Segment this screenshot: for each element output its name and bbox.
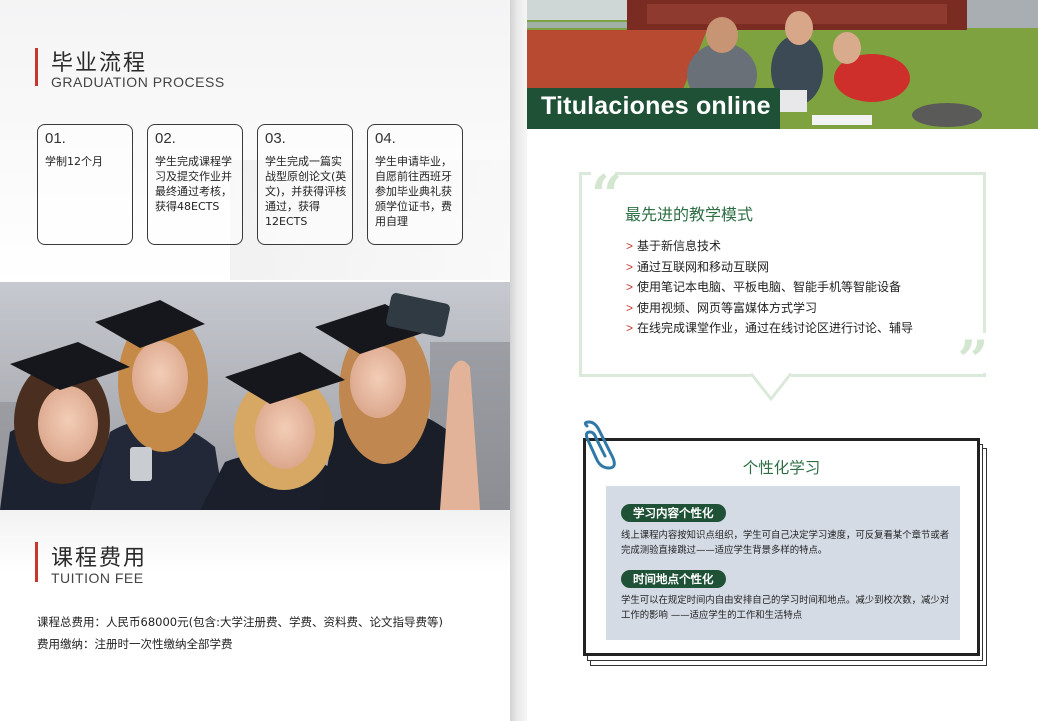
campus-photo: Titulaciones online [527, 0, 1038, 129]
content-personalization-badge: 学习内容个性化 [621, 504, 726, 522]
section-accent-bar [35, 48, 38, 86]
step-text: 学制12个月 [45, 155, 103, 168]
tuition-payment: 费用缴纳：注册时一次性缴纳全部学费 [37, 637, 233, 651]
bullet-arrow-icon: > [626, 259, 634, 274]
list-item: > 通过互联网和移动互联网 [626, 259, 770, 274]
step-text: 学生申请毕业，自愿前往西班牙参加毕业典礼获颁学位证书，费用自理 [375, 155, 452, 228]
paperclip-icon [583, 420, 616, 470]
tuition-subtitle: TUITION FEE [51, 570, 144, 586]
bullet-arrow-icon: > [626, 239, 634, 253]
bullet-arrow-icon: > [626, 321, 634, 335]
graduates-illustration [0, 282, 510, 510]
step-number: 02. [155, 130, 176, 147]
left-page: 毕业流程 GRADUATION PROCESS 01. 学制12个月 02. 学… [0, 0, 510, 721]
step-card-2: 02. 学生完成课程学习及提交作业并最终通过考核，获得48ECTS [147, 124, 243, 245]
speech-tail [751, 371, 791, 402]
quote-open-icon: “ [591, 163, 623, 227]
time-place-personalization-text: 学生可以在规定时间内自由安排自己的学习时间和地点。减少到校次数，减少对 工作的影… [621, 595, 950, 621]
graduation-steps: 01. 学制12个月 02. 学生完成课程学习及提交作业并最终通过考核，获得48… [37, 124, 467, 245]
step-text: 学生完成一篇实战型原创论文(英文)，并获得评核通过，获得12ECTS [265, 155, 347, 228]
step-card-4: 04. 学生申请毕业，自愿前往西班牙参加毕业典礼获颁学位证书，费用自理 [367, 124, 463, 245]
step-number: 01. [45, 130, 66, 147]
step-text: 学生完成课程学习及提交作业并最终通过考核，获得48ECTS [155, 155, 232, 213]
list-item: > 基于新信息技术 [626, 239, 722, 253]
time-place-personalization-badge: 时间地点个性化 [621, 570, 726, 588]
page-gutter [510, 0, 527, 721]
step-number: 03. [265, 130, 286, 147]
tuition-title: 课程费用 [51, 546, 148, 571]
graduates-photo [0, 282, 510, 510]
list-item: > 在线完成课堂作业，通过在线讨论区进行讨论、辅导 [626, 321, 914, 335]
graduation-title: 毕业流程 [51, 51, 148, 76]
content-personalization-text: 线上课程内容按知识点组织，学生可自己决定学习速度，可反复看某个章节或者 完成测验… [621, 530, 950, 556]
personal-learning-panel: 学习内容个性化 线上课程内容按知识点组织，学生可自己决定学习速度，可反复看某个章… [606, 486, 960, 640]
bullet-arrow-icon: > [626, 280, 634, 294]
step-card-1: 01. 学制12个月 [37, 124, 133, 245]
step-number: 04. [375, 130, 396, 147]
graduation-subtitle: GRADUATION PROCESS [51, 74, 225, 90]
quote-close-icon: ” [955, 333, 991, 387]
personal-learning-title: 个性化学习 [742, 459, 821, 477]
teaching-title: 最先进的教学模式 [625, 205, 754, 224]
banner-title: Titulaciones online [541, 92, 771, 120]
tuition-details: 课程总费用：人民币68000元(包含:大学注册费、学费、资料费、论文指导费等) … [37, 611, 443, 655]
right-page: Titulaciones online “ ” 最先进的教学模式 > 基于新信息技… [527, 0, 1038, 721]
section-accent-bar [35, 542, 38, 582]
list-item: > 使用笔记本电脑、平板电脑、智能手机等智能设备 [626, 280, 902, 294]
bullet-arrow-icon: > [626, 300, 634, 315]
step-card-3: 03. 学生完成一篇实战型原创论文(英文)，并获得评核通过，获得12ECTS [257, 124, 353, 245]
personal-learning-card: 个性化学习 学习内容个性化 线上课程内容按知识点组织，学生可自己决定学习速度，可… [583, 438, 980, 656]
tuition-total: 课程总费用：人民币68000元(包含:大学注册费、学费、资料费、论文指导费等) [37, 615, 443, 629]
list-item: > 使用视频、网页等富媒体方式学习 [626, 300, 818, 315]
teaching-list: > 基于新信息技术 > 通过互联网和移动互联网 > 使用笔记本电脑、平板电脑、智能手机… [626, 236, 913, 339]
